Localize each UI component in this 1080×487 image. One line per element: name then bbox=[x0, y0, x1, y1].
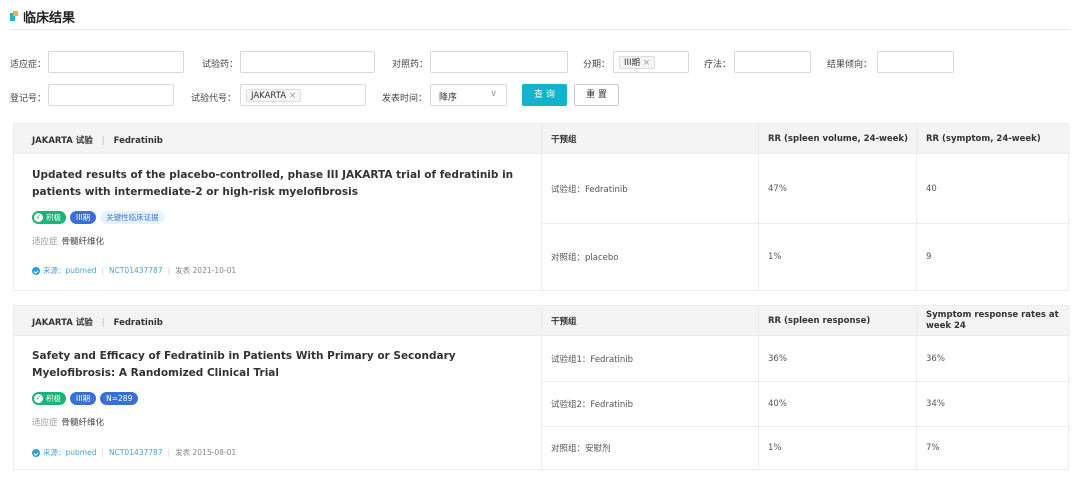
phase-badge: III期 bbox=[70, 211, 97, 224]
column-header: RR (spleen volume, 24-week) bbox=[758, 124, 916, 154]
chevron-down-icon: ∨ bbox=[490, 89, 497, 99]
phase-tag: III期 × bbox=[619, 56, 656, 69]
indication: 适应症 骨髓纤维化 bbox=[32, 237, 105, 247]
table-cell: 1% bbox=[758, 426, 916, 469]
drug-label: 试验药： bbox=[202, 60, 239, 70]
positive-badge: ✓ 积极 bbox=[32, 211, 66, 224]
table-cell: 36% bbox=[916, 336, 1070, 381]
result-card: JAKARTA 试验 | Fedratinib 干预组 RR (spleen vol… bbox=[13, 123, 1070, 291]
indication-label: 适应症： bbox=[10, 60, 47, 70]
reset-button[interactable]: 重 置 bbox=[574, 84, 619, 106]
phase-tag-remove-icon[interactable]: × bbox=[643, 58, 650, 68]
query-button[interactable]: 查 询 bbox=[522, 84, 567, 106]
page-title: 临床结果 bbox=[23, 10, 76, 26]
registration-label: 登记号： bbox=[10, 94, 47, 104]
nct-link[interactable]: NCT01437787 bbox=[109, 448, 163, 457]
trial-code-tag: JAKARTA × bbox=[246, 89, 302, 102]
trial-code-label: 试验代号： bbox=[191, 94, 237, 104]
trend-input[interactable] bbox=[877, 51, 954, 73]
trial-name: JAKARTA 试验 | Fedratinib bbox=[32, 136, 163, 146]
paper-title[interactable]: Updated results of the placebo-controlle… bbox=[32, 167, 522, 201]
table-cell: 36% bbox=[758, 336, 916, 381]
therapy-label: 疗法： bbox=[704, 60, 732, 70]
title-divider bbox=[10, 29, 1070, 30]
source-link[interactable]: 来源：pubmed bbox=[43, 265, 96, 276]
section-header: 临床结果 bbox=[10, 7, 76, 26]
check-icon: ✓ bbox=[34, 394, 43, 403]
phase-badge: III期 bbox=[70, 392, 97, 405]
phase-label: 分期： bbox=[583, 60, 611, 70]
table-cell: 试验组：Fedratinib bbox=[541, 154, 758, 223]
publish-date: 发表 2015-08-01 bbox=[175, 448, 237, 457]
indication-input[interactable] bbox=[48, 51, 184, 73]
badge-group: ✓ 积极 III期 N=289 bbox=[32, 392, 139, 405]
column-header: Symptom response rates at week 24 bbox=[916, 306, 1070, 336]
drug-input[interactable] bbox=[240, 51, 375, 73]
phase-select[interactable]: III期 × bbox=[613, 51, 689, 73]
column-header: 干预组 bbox=[541, 124, 758, 154]
key-evidence-badge: 关键性临床证据 bbox=[100, 211, 165, 224]
source-line: 来源：pubmed | NCT01437787 | 发表 2015-08-01 bbox=[32, 447, 236, 458]
control-input[interactable] bbox=[430, 51, 568, 73]
result-card: JAKARTA 试验 | Fedratinib 干预组 RR (spleen res… bbox=[13, 305, 1070, 470]
publish-date-sort-select[interactable]: 降序 ∨ bbox=[430, 84, 507, 106]
trend-label: 结果倾向： bbox=[827, 60, 873, 70]
table-cell: 7% bbox=[916, 426, 1070, 469]
sample-size-badge: N=289 bbox=[100, 392, 139, 405]
table-cell: 47% bbox=[758, 154, 916, 223]
source-check-icon bbox=[32, 448, 40, 457]
therapy-input[interactable] bbox=[734, 51, 811, 73]
positive-badge: ✓ 积极 bbox=[32, 392, 66, 405]
indication: 适应症 骨髓纤维化 bbox=[32, 418, 105, 428]
publish-date-value: 降序 bbox=[439, 93, 458, 103]
table-cell: 9 bbox=[916, 223, 1070, 290]
paper-title[interactable]: Safety and Efficacy of Fedratinib in Pat… bbox=[32, 348, 522, 382]
trial-code-select[interactable]: JAKARTA × bbox=[240, 84, 366, 106]
registration-input[interactable] bbox=[48, 84, 174, 106]
column-header: RR (spleen response) bbox=[758, 306, 916, 336]
table-cell: 试验组1：Fedratinib bbox=[541, 336, 758, 381]
source-line: 来源：pubmed | NCT01437787 | 发表 2021-10-01 bbox=[32, 265, 236, 276]
table-cell: 40% bbox=[758, 381, 916, 426]
table-cell: 40 bbox=[916, 154, 1070, 223]
section-icon bbox=[10, 11, 18, 21]
source-check-icon bbox=[32, 266, 40, 275]
trial-code-tag-remove-icon[interactable]: × bbox=[289, 91, 296, 101]
table-cell: 对照组：placebo bbox=[541, 223, 758, 290]
table-cell: 1% bbox=[758, 223, 916, 290]
trial-name: JAKARTA 试验 | Fedratinib bbox=[32, 318, 163, 328]
column-header: 干预组 bbox=[541, 306, 758, 336]
badge-group: ✓ 积极 III期 关键性临床证据 bbox=[32, 211, 165, 224]
table-cell: 对照组：安慰剂 bbox=[541, 426, 758, 469]
clinical-results-page: 临床结果 适应症： 试验药： 对照药： 分期： III期 × 疗法： 结果倾向： … bbox=[0, 0, 1080, 487]
control-label: 对照药： bbox=[392, 60, 429, 70]
table-cell: 试验组2：Fedratinib bbox=[541, 381, 758, 426]
column-header: RR (symptom, 24-week) bbox=[916, 124, 1070, 154]
source-link[interactable]: 来源：pubmed bbox=[43, 447, 96, 458]
nct-link[interactable]: NCT01437787 bbox=[109, 266, 163, 275]
publish-date: 发表 2021-10-01 bbox=[175, 266, 237, 275]
publish-date-label: 发表时间： bbox=[382, 94, 428, 104]
check-icon: ✓ bbox=[34, 213, 43, 222]
table-cell: 34% bbox=[916, 381, 1070, 426]
